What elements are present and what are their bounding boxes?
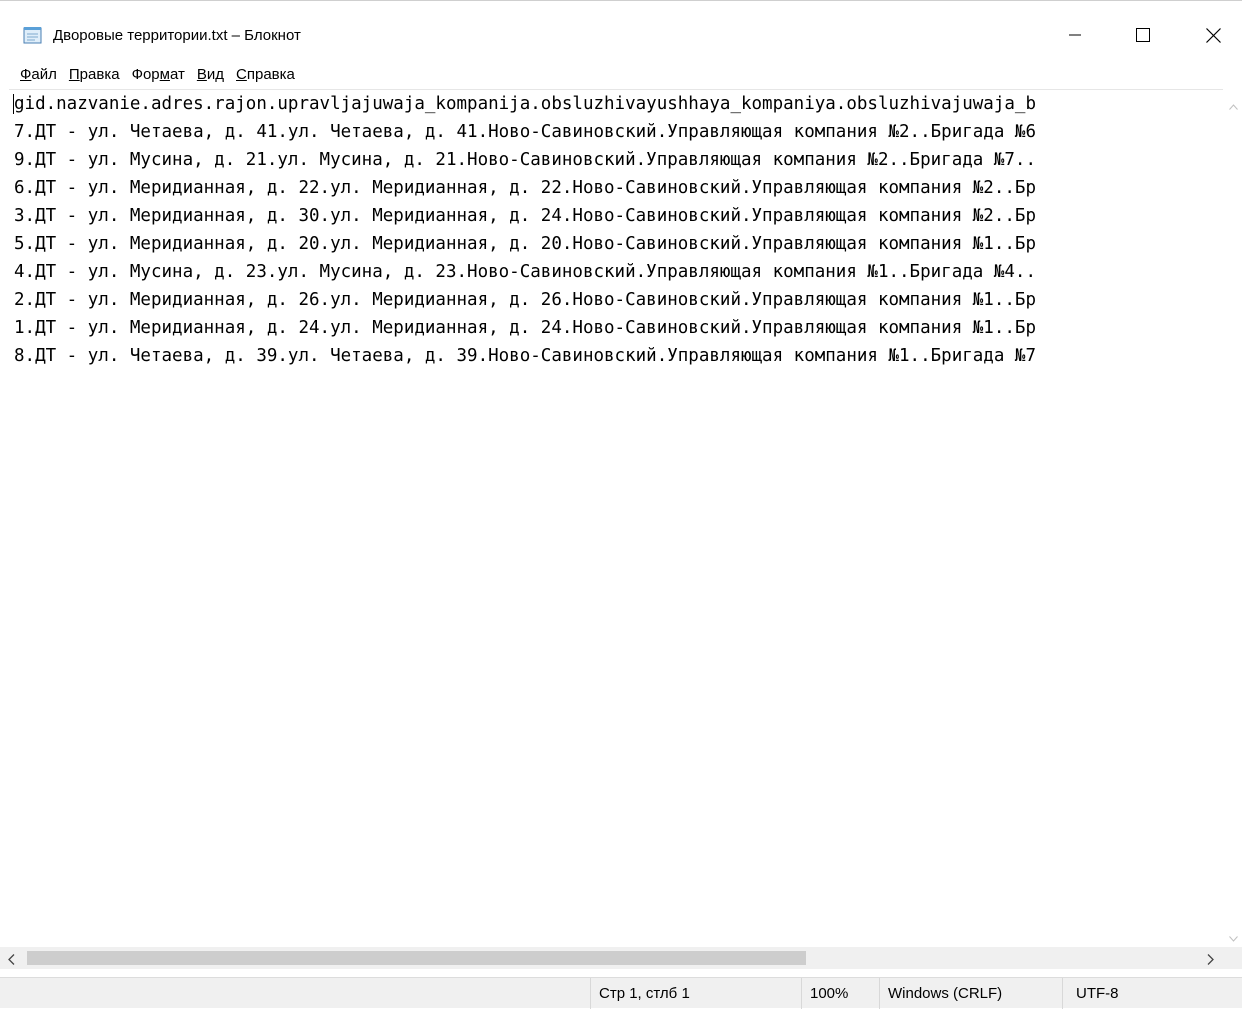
menu-view-label: ид: [206, 66, 225, 83]
text-line: 8.ДТ - ул. Четаева, д. 39.ул. Четаева, д…: [14, 346, 1036, 366]
title-bar[interactable]: Дворовые территории.txt – Блокнот: [0, 1, 1242, 61]
text-line: 7.ДТ - ул. Четаева, д. 41.ул. Четаева, д…: [14, 122, 1036, 142]
status-bar: Стр 1, стлб 1 100% Windows (CRLF) UTF-8: [0, 977, 1242, 1009]
menu-format-label-end: ат: [169, 66, 185, 83]
menu-file[interactable]: Файл: [14, 64, 63, 86]
menu-help-hotkey: С: [236, 66, 247, 83]
notepad-window: Дворовые территории.txt – Блокнот Файл П…: [0, 0, 1242, 1009]
text-line: 3.ДТ - ул. Меридианная, д. 30.ул. Мериди…: [14, 206, 1036, 226]
menu-edit[interactable]: Правка: [63, 64, 126, 86]
scroll-up-icon[interactable]: [1229, 97, 1238, 115]
text-line: gid.nazvanie.adres.rajon.upravljajuwaja_…: [14, 94, 1036, 114]
text-line: 6.ДТ - ул. Меридианная, д. 22.ул. Мериди…: [14, 178, 1036, 198]
close-icon: [1205, 27, 1221, 43]
minimize-icon: [1069, 34, 1081, 36]
text-editor[interactable]: gid.nazvanie.adres.rajon.upravljajuwaja_…: [9, 89, 1223, 948]
window-title: Дворовые территории.txt – Блокнот: [53, 27, 301, 44]
cursor-position: Стр 1, стлб 1: [590, 978, 799, 1009]
scroll-left-icon[interactable]: [8, 952, 15, 970]
menu-view-hotkey: В: [196, 66, 207, 83]
text-line: 2.ДТ - ул. Меридианная, д. 26.ул. Мериди…: [14, 290, 1036, 310]
menu-bar: Файл Правка Формат Вид Справка: [0, 63, 1242, 87]
encoding: UTF-8: [1062, 978, 1242, 1009]
menu-format-hotkey: м: [159, 66, 170, 83]
scrollbar-thumb[interactable]: [27, 951, 806, 965]
text-line: 4.ДТ - ул. Мусина, д. 23.ул. Мусина, д. …: [14, 262, 1036, 282]
text-line: 9.ДТ - ул. Мусина, д. 21.ул. Мусина, д. …: [14, 150, 1036, 170]
menu-file-label: айл: [31, 66, 57, 83]
notepad-icon: [23, 26, 43, 44]
menu-format[interactable]: Формат: [126, 64, 191, 86]
scroll-down-icon[interactable]: [1229, 929, 1238, 947]
vertical-scrollbar[interactable]: [1225, 89, 1242, 947]
maximize-button[interactable]: [1110, 15, 1176, 55]
scroll-right-icon[interactable]: [1207, 952, 1214, 970]
menu-format-label-start: Фор: [131, 66, 160, 83]
menu-edit-label: равка: [79, 66, 120, 83]
minimize-button[interactable]: [1042, 15, 1108, 55]
menu-help[interactable]: Справка: [230, 64, 301, 86]
text-line: 1.ДТ - ул. Меридианная, д. 24.ул. Мериди…: [14, 318, 1036, 338]
menu-edit-hotkey: П: [68, 66, 80, 83]
menu-file-hotkey: Ф: [20, 66, 32, 83]
close-button[interactable]: [1180, 15, 1242, 55]
menu-view[interactable]: Вид: [191, 64, 230, 86]
line-ending: Windows (CRLF): [879, 978, 1060, 1009]
text-line: 5.ДТ - ул. Меридианная, д. 20.ул. Мериди…: [14, 234, 1036, 254]
horizontal-scrollbar[interactable]: [0, 947, 1242, 969]
maximize-icon: [1136, 28, 1150, 42]
menu-help-label: правка: [246, 66, 295, 83]
zoom-level: 100%: [801, 978, 877, 1009]
